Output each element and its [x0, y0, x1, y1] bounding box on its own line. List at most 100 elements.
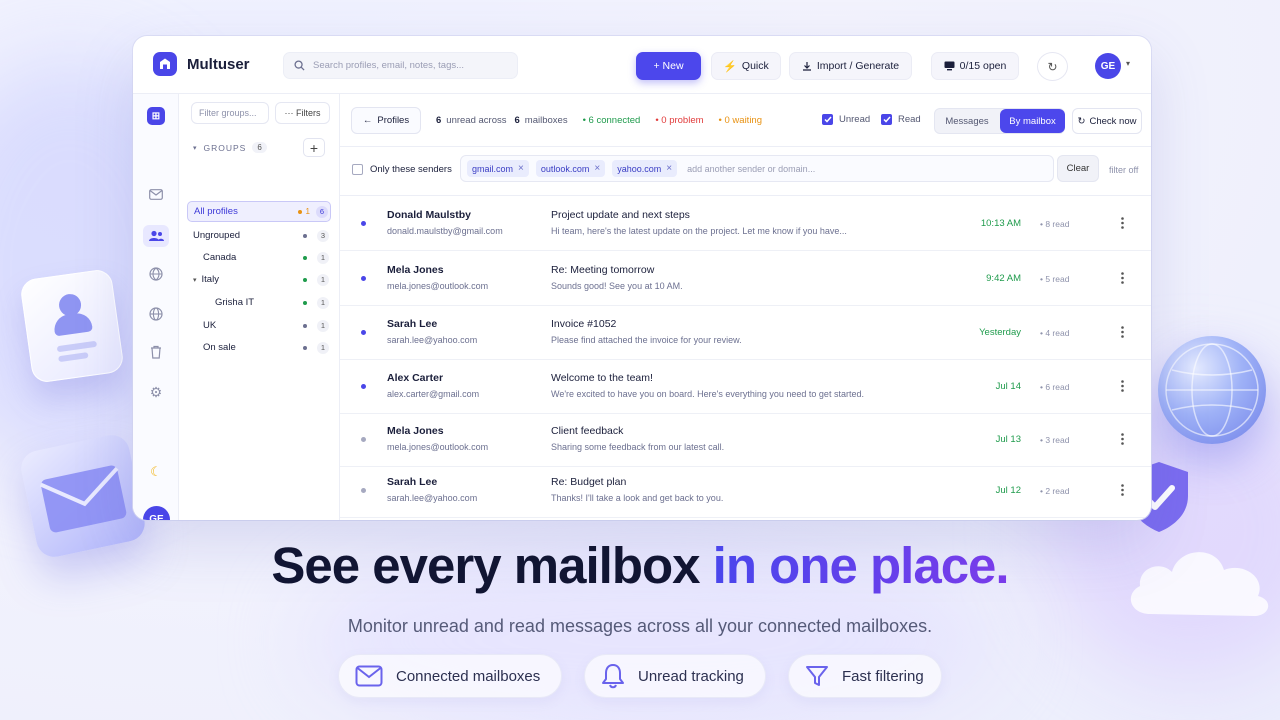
message-preview: Hi team, here's the latest update on the…: [551, 226, 847, 236]
unread-text: unread across: [446, 115, 507, 126]
open-profiles-button[interactable]: 0/15 open: [931, 52, 1019, 80]
logo[interactable]: Multuser: [153, 52, 250, 76]
filter-status: filter off: [1109, 165, 1139, 175]
user-avatar[interactable]: GE: [1095, 53, 1121, 79]
connected-status: • 6 connected: [582, 115, 641, 126]
more-options-icon[interactable]: [1117, 377, 1127, 395]
message-row[interactable]: Alex Carter alex.carter@gmail.com Welcome …: [340, 359, 1151, 414]
more-options-icon[interactable]: [1117, 214, 1127, 232]
logo-icon: [153, 52, 177, 76]
rail-users-icon[interactable]: [143, 225, 169, 247]
sender-chips-input[interactable]: gmail.com × outlook.com × yahoo.com ×: [460, 155, 1054, 182]
sender-email: alex.carter@gmail.com: [387, 389, 480, 399]
sender-name: Sarah Lee: [387, 318, 438, 330]
group-filter-input[interactable]: Filter groups...: [191, 102, 269, 124]
groups-header[interactable]: ▾ GROUPS 6: [193, 142, 267, 153]
read-count: • 5 read: [1040, 274, 1070, 284]
collapse-caret-icon: ▾: [193, 144, 198, 152]
search-bar[interactable]: [283, 52, 518, 79]
subtitle: Monitor unread and read messages across …: [347, 616, 933, 636]
group-item[interactable]: Grisha IT 1: [187, 292, 331, 313]
expand-caret-icon[interactable]: ▾: [193, 276, 197, 284]
read-count: • 6 read: [1040, 382, 1070, 392]
mailbox-text: mailboxes: [524, 115, 568, 126]
message-row[interactable]: Donald Maulstby donald.maulstby@gmail.com…: [340, 196, 1151, 251]
by-mailbox-view-button[interactable]: By mailbox: [1000, 109, 1065, 133]
back-to-profiles-button[interactable]: ← Profiles: [351, 107, 421, 134]
add-sender-input[interactable]: [687, 163, 1053, 174]
status-dot: [303, 323, 307, 328]
mailbox-count: 6: [514, 115, 520, 126]
chip-label: outlook.com: [540, 163, 590, 174]
read-checkbox[interactable]: Read: [881, 114, 921, 125]
only-senders-label: Only these senders: [370, 164, 452, 175]
sender-chip[interactable]: gmail.com ×: [467, 160, 529, 177]
more-options-icon[interactable]: [1117, 481, 1127, 499]
rail-app-icon[interactable]: ⊞: [146, 106, 166, 126]
rail-theme-icon[interactable]: ☾: [146, 462, 166, 482]
search-input[interactable]: [313, 60, 503, 71]
unread-count: 1: [305, 207, 310, 216]
unread-indicator: [361, 276, 366, 281]
sender-email: sarah.lee@yahoo.com: [387, 493, 478, 503]
sender-chip[interactable]: yahoo.com ×: [612, 160, 678, 177]
more-options-icon[interactable]: [1117, 269, 1127, 287]
group-count-badge: 1: [317, 251, 329, 264]
sender-chip[interactable]: outlook.com ×: [535, 160, 606, 177]
group-label: Italy: [201, 274, 219, 285]
rail-globe-icon[interactable]: [146, 304, 166, 324]
open-count-label: 0/15 open: [959, 60, 1007, 72]
import-generate-button[interactable]: Import / Generate: [789, 52, 912, 80]
rail-avatar[interactable]: GE: [143, 506, 170, 520]
groups-panel: Filter groups... ··· Filters ▾ GROUPS 6 …: [179, 94, 340, 520]
message-row[interactable]: Sarah Lee sarah.lee@yahoo.com Invoice #105…: [340, 305, 1151, 360]
group-item[interactable]: UK 1: [187, 315, 331, 336]
clear-button[interactable]: Clear: [1057, 155, 1099, 182]
chip-label: gmail.com: [472, 163, 514, 174]
message-row[interactable]: Sarah Lee sarah.lee@yahoo.com Re: Budget p…: [340, 463, 1151, 518]
group-label: Canada: [203, 252, 237, 263]
check-now-button[interactable]: ↻ Check now: [1072, 108, 1142, 134]
message-time: 9:42 AM: [986, 273, 1021, 284]
group-item[interactable]: On sale 1: [187, 337, 331, 358]
message-preview: Sharing some feedback from our latest ca…: [551, 442, 725, 452]
group-item[interactable]: Ungrouped 3: [187, 225, 331, 246]
refresh-button[interactable]: ↻: [1037, 52, 1068, 81]
message-preview: Please find attached the invoice for you…: [551, 335, 742, 345]
more-options-icon[interactable]: [1117, 430, 1127, 448]
group-item[interactable]: Canada 1: [187, 247, 331, 268]
rail-mail-icon[interactable]: [146, 184, 166, 204]
quick-button-label: Quick: [741, 60, 769, 72]
rail-settings-icon[interactable]: ⚙: [146, 382, 166, 402]
message-row[interactable]: Mela Jones mela.jones@outlook.com Re: Meet…: [340, 251, 1151, 306]
checkbox-unchecked-icon: [352, 164, 363, 175]
add-group-button[interactable]: +: [303, 138, 325, 157]
messages-view-button[interactable]: Messages: [937, 111, 997, 131]
chevron-down-icon[interactable]: ▾: [1126, 59, 1130, 68]
chip-label: yahoo.com: [617, 163, 662, 174]
view-toggle: Messages By mailbox: [934, 108, 1065, 134]
quick-button[interactable]: ⚡ Quick: [711, 52, 781, 80]
more-options-icon[interactable]: [1117, 323, 1127, 341]
new-button[interactable]: + New: [636, 52, 701, 80]
close-icon[interactable]: ×: [666, 163, 672, 174]
close-icon[interactable]: ×: [594, 163, 600, 174]
message-time: Yesterday: [979, 327, 1021, 338]
filters-button[interactable]: ··· Filters: [275, 102, 330, 124]
unread-checkbox[interactable]: Unread: [822, 114, 870, 125]
lightning-icon: ⚡: [723, 60, 737, 73]
headline-accent: in one place.: [712, 537, 1010, 594]
sender-name: Sarah Lee: [387, 476, 438, 488]
rail-network-icon[interactable]: [146, 264, 166, 284]
arrow-left-icon: ←: [362, 115, 373, 126]
only-these-senders-checkbox[interactable]: Only these senders: [352, 164, 452, 175]
grid-app-icon: ⊞: [147, 107, 165, 125]
group-label: Grisha IT: [215, 297, 255, 308]
rail-trash-icon[interactable]: [146, 342, 166, 362]
message-row[interactable]: Mela Jones mela.jones@outlook.com Client f…: [340, 412, 1151, 467]
mail-toolbar: ← Profiles 6 unread across 6 mailboxes •…: [340, 94, 1151, 147]
group-item[interactable]: ▾ Italy 1: [187, 269, 331, 290]
unread-checkbox-label: Unread: [839, 114, 871, 125]
group-item[interactable]: All profiles 1 6: [187, 201, 331, 222]
close-icon[interactable]: ×: [518, 163, 524, 174]
